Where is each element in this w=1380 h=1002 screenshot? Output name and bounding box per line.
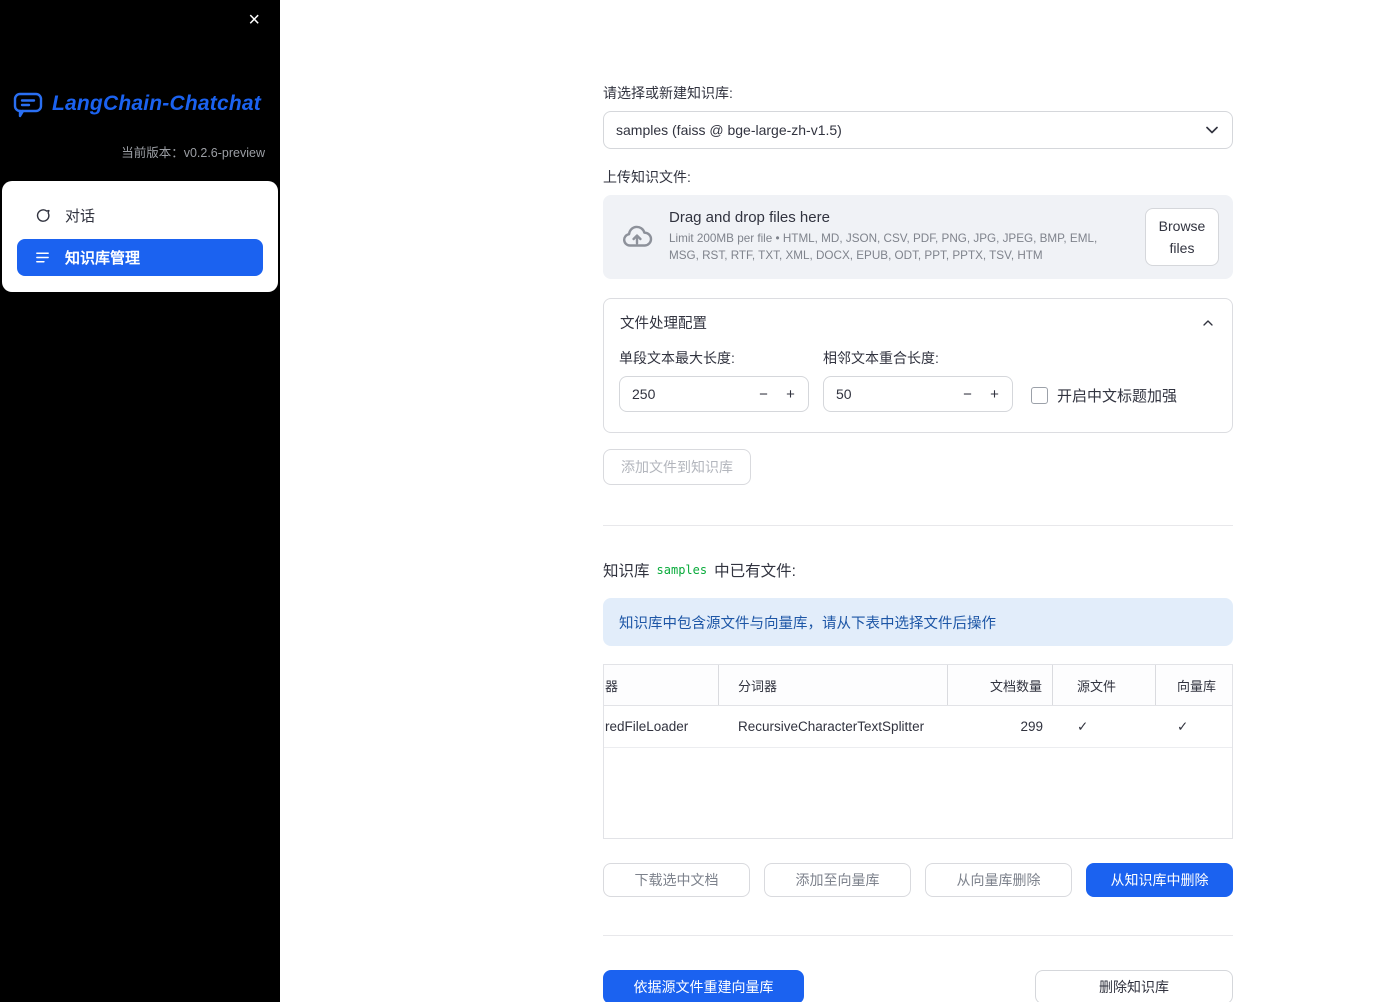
version-label: 当前版本：v0.2.6-preview xyxy=(121,146,265,160)
cell-source-file-check: ✓ xyxy=(1077,718,1089,734)
overlap-stepper: − + xyxy=(823,376,1013,412)
app-logo: LangChain-Chatchat xyxy=(0,88,280,120)
chevron-up-icon xyxy=(1203,319,1213,326)
app-window: × LangChain-Chatchat 当前版本：v0.2.6-preview… xyxy=(0,0,1380,1002)
chat-logo-icon xyxy=(13,92,43,118)
add-to-vector-store-button[interactable]: 添加至向量库 xyxy=(764,863,911,897)
delete-from-vector-store-button[interactable]: 从向量库删除 xyxy=(925,863,1072,897)
content-column: 请选择或新建知识库: samples (faiss @ bge-large-zh… xyxy=(603,0,1233,1002)
zh-title-enhance-label: 开启中文标题加强 xyxy=(1057,388,1178,405)
kb-select-value: samples (faiss @ bge-large-zh-v1.5) xyxy=(616,122,842,138)
upload-label: 上传知识文件: xyxy=(603,169,691,185)
divider xyxy=(603,935,1233,936)
cell-docs-count: 299 xyxy=(1020,719,1043,734)
expander-toggle[interactable]: 文件处理配置 xyxy=(604,299,1232,344)
cell-vector-store-check: ✓ xyxy=(1177,718,1189,734)
table-header-vector-store[interactable]: 向量库 xyxy=(1156,665,1232,705)
chunk-increment-button[interactable]: + xyxy=(777,379,804,409)
chevron-down-icon xyxy=(1206,126,1218,134)
info-banner: 知识库中包含源文件与向量库，请从下表中选择文件后操作 xyxy=(603,598,1233,646)
chat-bubble-icon xyxy=(36,208,50,222)
delete-kb-button[interactable]: 删除知识库 xyxy=(1035,970,1233,1002)
dropzone-title: Drag and drop files here xyxy=(669,209,830,227)
file-actions-row: 下载选中文档 添加至向量库 从向量库删除 从知识库中删除 xyxy=(603,863,1233,897)
chunk-size-stepper: − + xyxy=(619,376,809,412)
sidebar-item-knowledge-base[interactable]: 知识库管理 xyxy=(17,239,263,276)
chunk-decrement-button[interactable]: − xyxy=(750,379,777,409)
divider xyxy=(603,525,1233,526)
delete-from-kb-button[interactable]: 从知识库中删除 xyxy=(1086,863,1233,897)
file-dropzone[interactable]: Drag and drop files here Limit 200MB per… xyxy=(603,195,1233,279)
sidebar-close-button[interactable]: × xyxy=(244,8,264,32)
download-selected-button[interactable]: 下载选中文档 xyxy=(603,863,750,897)
overlap-decrement-button[interactable]: − xyxy=(954,379,981,409)
info-banner-text: 知识库中包含源文件与向量库，请从下表中选择文件后操作 xyxy=(619,615,996,632)
kb-select[interactable]: samples (faiss @ bge-large-zh-v1.5) xyxy=(603,111,1233,149)
overlap-increment-button[interactable]: + xyxy=(981,379,1008,409)
table-row[interactable]: redFileLoader RecursiveCharacterTextSpli… xyxy=(604,706,1232,748)
existing-files-heading: 知识库 samples 中已有文件: xyxy=(603,559,1233,581)
app-logo-text: LangChain-Chatchat xyxy=(52,92,261,115)
rebuild-vector-store-button[interactable]: 依据源文件重建向量库 xyxy=(603,970,804,1002)
cloud-upload-icon xyxy=(623,225,653,247)
sidebar-item-label: 对话 xyxy=(65,207,96,225)
zh-title-enhance: 开启中文标题加强 xyxy=(1031,385,1177,406)
cell-splitter: RecursiveCharacterTextSplitter xyxy=(738,719,925,734)
heading-prefix: 知识库 xyxy=(603,563,650,580)
main-area: 请选择或新建知识库: samples (faiss @ bge-large-zh… xyxy=(280,0,1380,1002)
kb-select-label: 请选择或新建知识库: xyxy=(603,85,733,101)
chunk-size-label: 单段文本最大长度: xyxy=(619,350,735,366)
overlap-label: 相邻文本重合长度: xyxy=(823,350,939,366)
expander-title: 文件处理配置 xyxy=(620,316,707,332)
footer-spacer xyxy=(804,970,1035,1002)
dropzone-text: Drag and drop files here Limit 200MB per… xyxy=(669,209,1130,265)
file-config-expander: 文件处理配置 单段文本最大长度: − + xyxy=(603,298,1233,433)
files-table[interactable]: 器 分词器 文档数量 源文件 向量库 redFileLoader Recursi… xyxy=(603,664,1233,839)
sidebar-menu: 对话 知识库管理 xyxy=(2,181,278,292)
table-header-loader[interactable]: 器 xyxy=(604,665,719,705)
heading-suffix: 中已有文件: xyxy=(714,563,796,580)
expander-body: 单段文本最大长度: − + 相邻文本重合长度: − xyxy=(604,344,1232,432)
dropzone-hint: Limit 200MB per file • HTML, MD, JSON, C… xyxy=(669,232,1098,262)
kb-footer-actions: 依据源文件重建向量库 删除知识库 xyxy=(603,970,1233,1002)
table-header-splitter[interactable]: 分词器 xyxy=(719,665,948,705)
zh-title-enhance-checkbox[interactable] xyxy=(1031,387,1048,404)
sidebar-item-label: 知识库管理 xyxy=(65,250,141,267)
chunk-size-input[interactable] xyxy=(632,386,750,402)
add-files-to-kb-button[interactable]: 添加文件到知识库 xyxy=(603,449,751,485)
table-header-row: 器 分词器 文档数量 源文件 向量库 xyxy=(604,665,1232,706)
sidebar: × LangChain-Chatchat 当前版本：v0.2.6-preview… xyxy=(0,0,280,1002)
browse-files-button[interactable]: Browse files xyxy=(1145,207,1219,267)
table-header-source-file[interactable]: 源文件 xyxy=(1053,665,1156,705)
list-icon xyxy=(36,252,49,263)
overlap-input[interactable] xyxy=(836,386,954,402)
cell-loader: redFileLoader xyxy=(605,719,689,734)
kb-name-code: samples xyxy=(656,563,708,577)
sidebar-item-dialogue[interactable]: 对话 xyxy=(2,195,278,235)
table-header-docs-count[interactable]: 文档数量 xyxy=(948,665,1053,705)
